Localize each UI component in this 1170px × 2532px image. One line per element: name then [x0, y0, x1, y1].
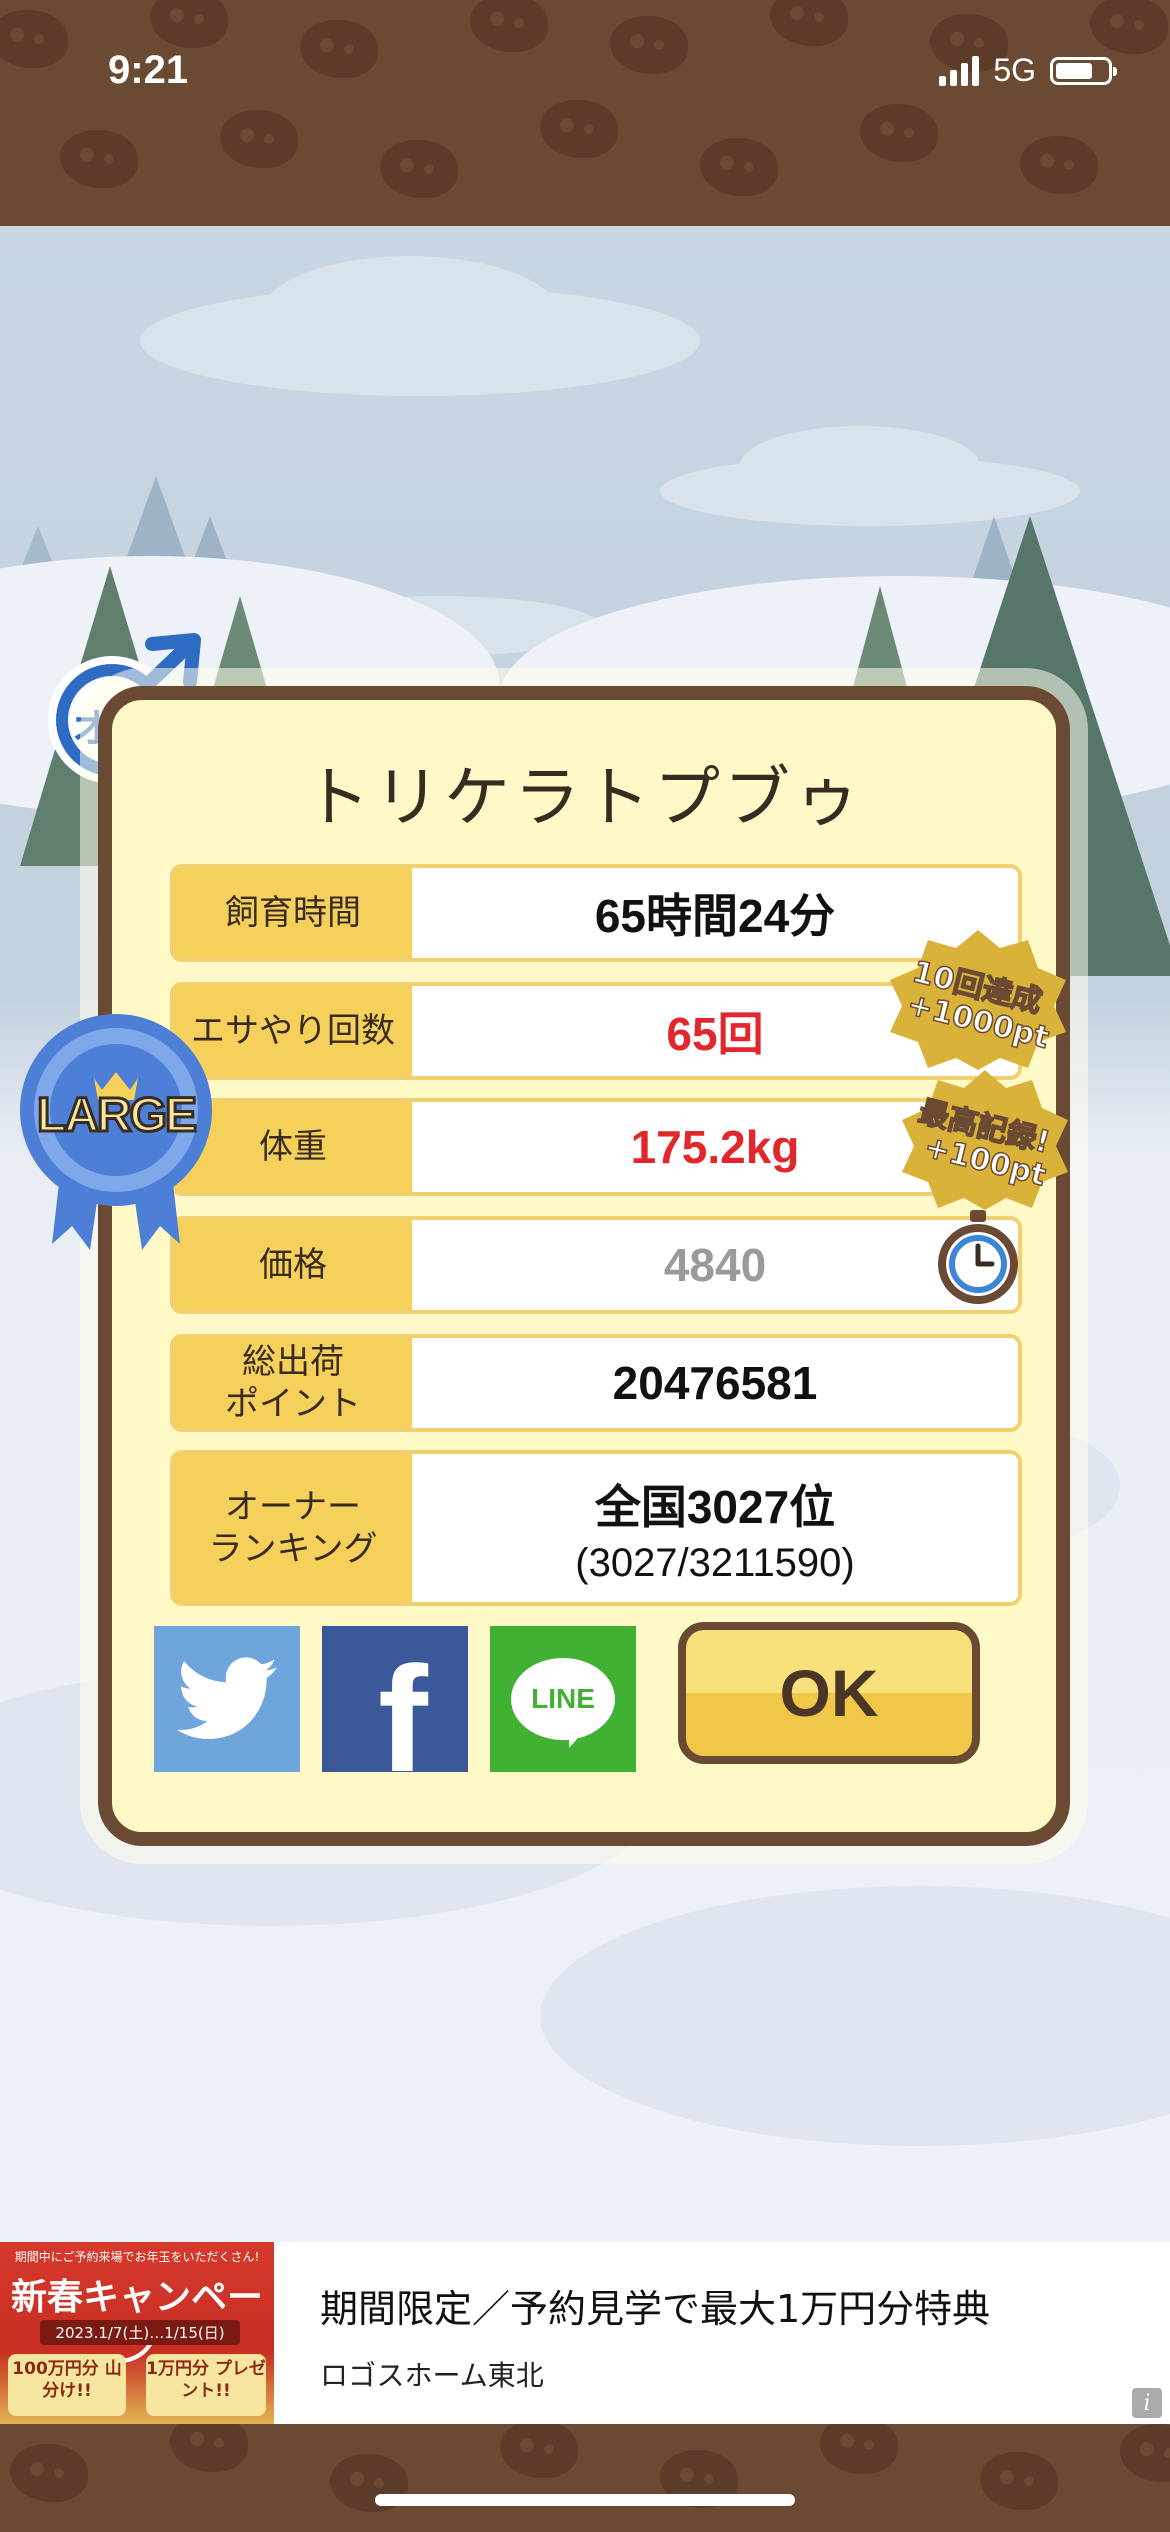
facebook-icon: f [378, 1635, 428, 1772]
result-card: トリケラトプブゥ 飼育時間 65時間24分 エサやり回数 65回 体重 175.… [98, 686, 1070, 1846]
achievement-badge-feed: 10回達成 +1000pt [888, 930, 1068, 1070]
home-indicator [375, 2494, 795, 2506]
ad-banner[interactable]: 期間中にご予約来場でお年玉をいただくさん! 新春キャンペーン 2023.1/7(… [0, 2242, 1170, 2424]
ranking-position: 全国3027位 [594, 1480, 836, 1533]
line-icon: LINE [511, 1658, 615, 1748]
ad-image-offer1: 100万円分 山分け!! [8, 2354, 126, 2416]
ribbon-label: LARGE [36, 1088, 199, 1144]
ad-info-icon[interactable]: i [1132, 2388, 1162, 2418]
row-owner-ranking: オーナー ランキング 全国3027位 (3027/3211590) [170, 1450, 1022, 1606]
status-time: 9:21 [108, 48, 189, 92]
ad-image-dates: 2023.1/7(土)…1/15(日) [40, 2320, 240, 2345]
ad-title[interactable]: 期間限定／予約見学で最大1万円分特典 [320, 2278, 990, 2333]
ad-image-offer2: 1万円分 プレゼント!! [146, 2354, 266, 2416]
ad-image-topline: 期間中にご予約来場でお年玉をいただくさん! [14, 2250, 260, 2264]
achievement-badge-record: 最高記録! +100pt [900, 1070, 1070, 1210]
bottom-pattern-bar [0, 2424, 1170, 2532]
ranking-detail: (3027/3211590) [575, 1540, 855, 1585]
signal-icon [939, 55, 980, 86]
row-weight: 体重 175.2kg [170, 1098, 1022, 1196]
row-total-points: 総出荷 ポイント 20476581 [170, 1334, 1022, 1432]
stopwatch-icon [934, 1210, 1022, 1306]
row-label: 飼育時間 [174, 868, 412, 958]
row-price: 価格 4840 [170, 1216, 1022, 1314]
line-share-button[interactable]: LINE [490, 1626, 636, 1772]
creature-name: トリケラトプブゥ [304, 759, 864, 836]
ad-image[interactable]: 期間中にご予約来場でお年玉をいただくさん! 新春キャンペーン 2023.1/7(… [0, 2242, 274, 2424]
ok-button[interactable]: OK [678, 1622, 980, 1764]
row-value: 20476581 [412, 1338, 1018, 1428]
large-size-ribbon: LARGE [16, 1000, 216, 1260]
row-value: 4840 [412, 1220, 1018, 1310]
line-label: LINE [531, 1683, 595, 1714]
row-label: オーナー ランキング [174, 1454, 412, 1602]
row-label: 総出荷 ポイント [174, 1338, 412, 1428]
network-type: 5G [993, 52, 1036, 88]
twitter-icon [177, 1657, 277, 1739]
battery-icon [1050, 56, 1117, 85]
ad-advertiser: ロゴスホーム東北 [320, 2359, 544, 2392]
twitter-share-button[interactable] [154, 1626, 300, 1772]
ranking-value: 全国3027位 (3027/3211590) [412, 1454, 1018, 1602]
facebook-share-button[interactable]: f [322, 1626, 468, 1772]
status-indicators: 5G [939, 52, 1117, 89]
top-pattern-bar [0, 0, 1170, 226]
